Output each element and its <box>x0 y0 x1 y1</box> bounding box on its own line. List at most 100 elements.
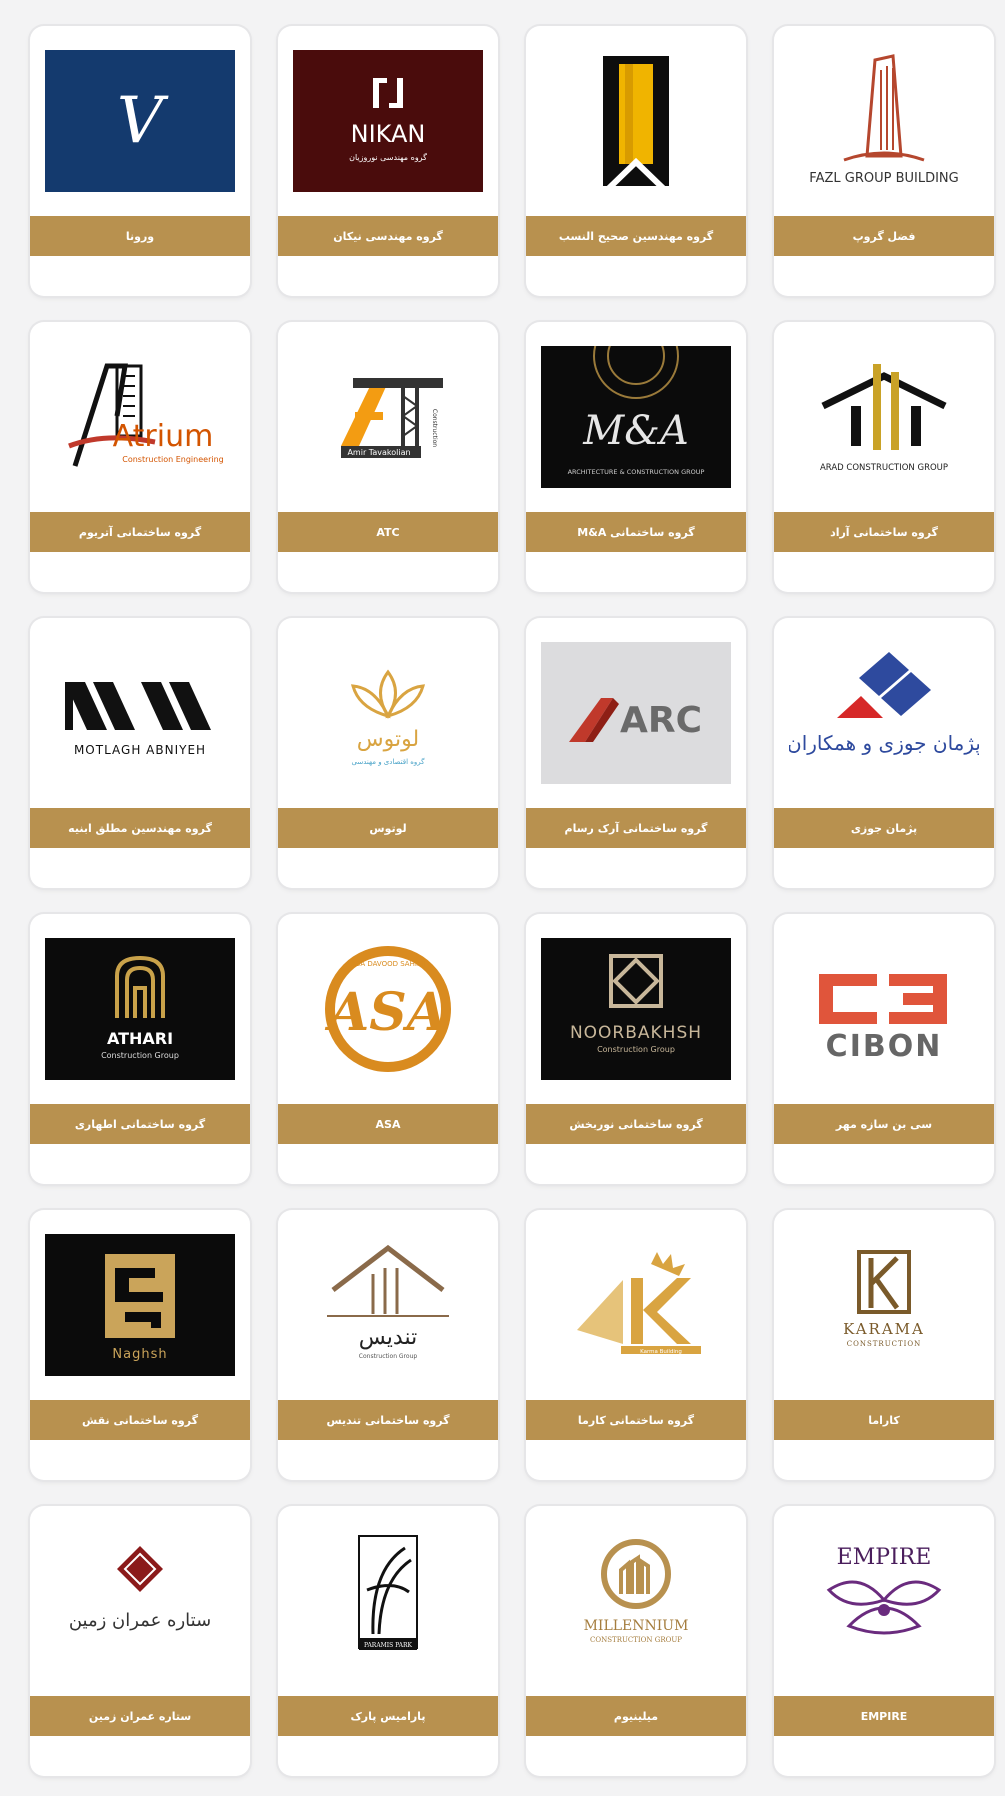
company-name-label: پژمان جوزی <box>774 808 994 848</box>
tandis-logo-icon: تندیس Construction Group <box>278 1210 498 1400</box>
company-name-label: ATC <box>278 512 498 552</box>
nikan-logo-icon: NIKAN گروه مهندسی نوروزیان <box>278 26 498 216</box>
arc-logo-icon: ARC <box>526 618 746 808</box>
company-card-arad[interactable]: ARAD CONSTRUCTION GROUP گروه ساختمانی آر… <box>774 322 994 592</box>
svg-text:NOORBAKHSH: NOORBAKHSH <box>570 1023 702 1043</box>
svg-text:ARAD CONSTRUCTION GROUP: ARAD CONSTRUCTION GROUP <box>820 463 948 473</box>
company-card-athari[interactable]: ATHARI Construction Group گروه ساختمانی … <box>30 914 250 1184</box>
millennium-logo-icon: MILLENNIUM CONSTRUCTION GROUP <box>526 1506 746 1696</box>
company-card-tandis[interactable]: تندیس Construction Group گروه ساختمانی ت… <box>278 1210 498 1480</box>
svg-text:V: V <box>117 84 169 158</box>
svg-text:MILLENNIUM: MILLENNIUM <box>584 1618 689 1634</box>
company-card-arc[interactable]: ARC گروه ساختمانی آرک رسام <box>526 618 746 888</box>
svg-text:Construction Group: Construction Group <box>359 1353 418 1360</box>
company-name-label: پارامیس پارک <box>278 1696 498 1736</box>
company-name-label: کاراما <box>774 1400 994 1440</box>
company-card-nikan[interactable]: NIKAN گروه مهندسی نوروزیان گروه مهندسی ن… <box>278 26 498 296</box>
company-name-label: گروه ساختمانی آرک رسام <box>526 808 746 848</box>
naghsh-logo-icon: Naghsh <box>30 1210 250 1400</box>
company-card-ma[interactable]: M&A ARCHITECTURE & CONSTRUCTION GROUP گر… <box>526 322 746 592</box>
svg-text:NIKAN: NIKAN <box>351 120 426 148</box>
company-card-asa[interactable]: ASA ASA DAVOOD SAHIMI ASA <box>278 914 498 1184</box>
svg-text:ARCHITECTURE & CONSTRUCTION GR: ARCHITECTURE & CONSTRUCTION GROUP <box>568 468 705 476</box>
svg-text:Atrium: Atrium <box>113 419 214 454</box>
svg-text:Construction Group: Construction Group <box>101 1051 179 1060</box>
company-card-fazl[interactable]: FAZL GROUP BUILDING فضل گروپ <box>774 26 994 296</box>
company-name-label: گروه مهندسین صحیح النسب <box>526 216 746 256</box>
company-card-verona[interactable]: V ورونا <box>30 26 250 296</box>
cibon-logo-icon: CIBON <box>774 914 994 1104</box>
company-name-label: میلینیوم <box>526 1696 746 1736</box>
svg-text:تندیس: تندیس <box>359 1325 417 1350</box>
svg-text:لوتوس: لوتوس <box>357 727 419 752</box>
arad-logo-icon: ARAD CONSTRUCTION GROUP <box>774 322 994 512</box>
svg-text:EMPIRE: EMPIRE <box>837 1545 932 1570</box>
company-card-atc[interactable]: Amir Tavakolian Construction ATC <box>278 322 498 592</box>
svg-text:ATHARI: ATHARI <box>107 1029 173 1048</box>
sahih-logo-icon <box>526 26 746 216</box>
pejman-logo-icon: پژمان جوزی و همکاران <box>774 618 994 808</box>
company-name-label: گروه ساختمانی نقش <box>30 1400 250 1440</box>
company-name-label: گروه ساختمانی آراد <box>774 512 994 552</box>
company-card-atrium[interactable]: Atrium Construction Engineering گروه ساخ… <box>30 322 250 592</box>
company-name-label: سی بن سازه مهر <box>774 1104 994 1144</box>
company-name-label: ورونا <box>30 216 250 256</box>
noorbakhsh-logo-icon: NOORBAKHSH Construction Group <box>526 914 746 1104</box>
svg-text:MOTLAGH ABNIYEH: MOTLAGH ABNIYEH <box>74 743 206 757</box>
asa-logo-icon: ASA ASA DAVOOD SAHIMI <box>278 914 498 1104</box>
company-card-noorbakhsh[interactable]: NOORBAKHSH Construction Group گروه ساختم… <box>526 914 746 1184</box>
svg-text:ASA DAVOOD SAHIMI: ASA DAVOOD SAHIMI <box>351 960 425 968</box>
svg-text:M&A: M&A <box>582 408 688 454</box>
svg-text:Amir Tavakolian: Amir Tavakolian <box>347 448 410 457</box>
svg-text:Karma Building: Karma Building <box>640 1349 682 1355</box>
company-card-naghsh[interactable]: Naghsh گروه ساختمانی نقش <box>30 1210 250 1480</box>
company-card-pejman[interactable]: پژمان جوزی و همکاران پژمان جوزی <box>774 618 994 888</box>
atc-logo-icon: Amir Tavakolian Construction <box>278 322 498 512</box>
company-name-label: گروه مهندسی نیکان <box>278 216 498 256</box>
company-card-cibon[interactable]: CIBON سی بن سازه مهر <box>774 914 994 1184</box>
company-card-empire[interactable]: EMPIRE EMPIRE <box>774 1506 994 1776</box>
company-name-label: ASA <box>278 1104 498 1144</box>
company-name-label: فضل گروپ <box>774 216 994 256</box>
company-card-karma[interactable]: Karma Building گروه ساختمانی کارما <box>526 1210 746 1480</box>
svg-text:ARC: ARC <box>620 700 702 741</box>
verona-logo-icon: V <box>30 26 250 216</box>
svg-text:CIBON: CIBON <box>826 1029 943 1064</box>
company-name-label: گروه ساختمانی اطهاری <box>30 1104 250 1144</box>
empire-logo-icon: EMPIRE <box>774 1506 994 1696</box>
company-name-label: گروه مهندسین مطلق ابنیه <box>30 808 250 848</box>
company-card-motlagh[interactable]: MOTLAGH ABNIYEH گروه مهندسین مطلق ابنیه <box>30 618 250 888</box>
svg-text:گروه مهندسی نوروزیان: گروه مهندسی نوروزیان <box>349 152 427 162</box>
company-card-setareh[interactable]: ستاره عمران زمین ستاره عمران زمین <box>30 1506 250 1776</box>
company-name-label: گروه ساختمانی نوربخش <box>526 1104 746 1144</box>
svg-text:KARAMA: KARAMA <box>843 1320 925 1338</box>
svg-text:FAZL GROUP BUILDING: FAZL GROUP BUILDING <box>809 171 958 186</box>
svg-text:Construction Group: Construction Group <box>597 1045 675 1054</box>
company-name-label: گروه ساختمانی تندیس <box>278 1400 498 1440</box>
company-card-millennium[interactable]: MILLENNIUM CONSTRUCTION GROUP میلینیوم <box>526 1506 746 1776</box>
company-card-karama[interactable]: KARAMA CONSTRUCTION کاراما <box>774 1210 994 1480</box>
company-card-sahih[interactable]: گروه مهندسین صحیح النسب <box>526 26 746 296</box>
company-name-label: گروه ساختمانی کارما <box>526 1400 746 1440</box>
company-name-label: EMPIRE <box>774 1696 994 1736</box>
paramis-logo-icon: PARAMIS PARK <box>278 1506 498 1696</box>
fazl-logo-icon: FAZL GROUP BUILDING <box>774 26 994 216</box>
svg-text:CONSTRUCTION: CONSTRUCTION <box>847 1340 922 1348</box>
atrium-logo-icon: Atrium Construction Engineering <box>30 322 250 512</box>
company-logo-grid: V ورونا NIKAN گروه مهندسی نوروزیان گروه … <box>0 0 1005 1796</box>
company-name-label: لوتوس <box>278 808 498 848</box>
svg-text:Construction: Construction <box>431 409 438 447</box>
company-card-lotus[interactable]: لوتوس گروه اقتصادی و مهندسی لوتوس <box>278 618 498 888</box>
ma-logo-icon: M&A ARCHITECTURE & CONSTRUCTION GROUP <box>526 322 746 512</box>
svg-text:CONSTRUCTION GROUP: CONSTRUCTION GROUP <box>590 1636 682 1644</box>
karama-logo-icon: KARAMA CONSTRUCTION <box>774 1210 994 1400</box>
lotus-logo-icon: لوتوس گروه اقتصادی و مهندسی <box>278 618 498 808</box>
company-name-label: گروه ساختمانی آتریوم <box>30 512 250 552</box>
setareh-logo-icon: ستاره عمران زمین <box>30 1506 250 1696</box>
svg-text:Naghsh: Naghsh <box>112 1347 167 1362</box>
motlagh-logo-icon: MOTLAGH ABNIYEH <box>30 618 250 808</box>
svg-text:ASA: ASA <box>324 982 447 1043</box>
svg-text:گروه اقتصادی و مهندسی: گروه اقتصادی و مهندسی <box>352 757 426 766</box>
svg-text:Construction Engineering: Construction Engineering <box>122 455 223 464</box>
company-card-paramis[interactable]: PARAMIS PARK پارامیس پارک <box>278 1506 498 1776</box>
